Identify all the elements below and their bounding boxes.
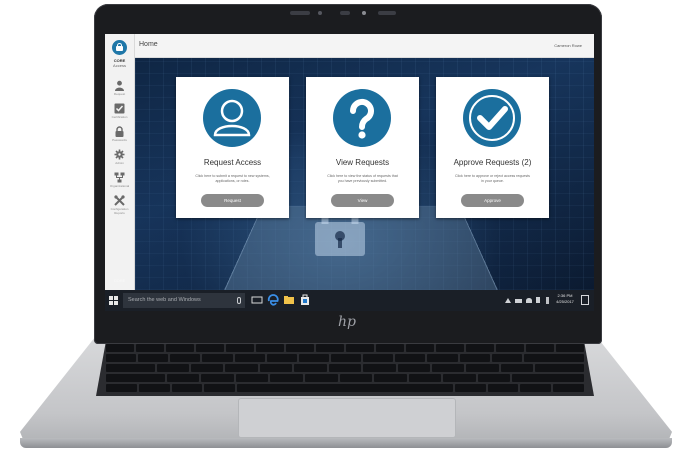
file-explorer-icon[interactable] [283,294,295,306]
view-button[interactable]: View [331,194,394,207]
taskbar-clock[interactable]: 2:36 PM 4/25/2017 [554,293,576,305]
sidebar-item-passwords[interactable]: Passwords [105,124,134,146]
main-content: Request Access Click here to submit a re… [135,58,594,290]
sidebar-item-label: Configuration Reports [110,207,129,215]
sidebar: CORE Access Request Certification Passwo… [105,34,135,290]
core-logo-icon [112,40,127,55]
approve-button[interactable]: Approve [461,194,524,207]
topbar: Home Cameron Rowe [135,34,594,58]
screen: CORE Access Request Certification Passwo… [105,34,594,311]
sidebar-item-certification[interactable]: Certification [105,101,134,123]
card-description: Click here to submit a request to new sy… [195,174,270,183]
hierarchy-icon [114,172,125,183]
touchpad[interactable] [238,398,456,438]
edge-browser-icon[interactable] [267,294,279,306]
keyboard [96,341,594,396]
view-requests-card[interactable]: View Requests Click here to view the sta… [306,77,419,218]
microphone-icon[interactable] [237,297,241,304]
show-hidden-icons[interactable] [505,298,511,303]
search-placeholder: Search the web and Windows [128,297,201,303]
card-description: Click here to view the status of request… [327,174,398,183]
sidebar-item-label: Certification [111,115,128,119]
volume-icon[interactable] [536,297,540,303]
lock-icon [115,126,124,137]
sidebar-item-label: Organizational [109,184,130,188]
windows-taskbar: Search the web and Windows 2:36 PM 4/25/… [105,290,594,311]
gear-icon [114,149,125,160]
card-title: View Requests [335,158,390,167]
taskbar-search-box[interactable]: Search the web and Windows [123,293,245,308]
tools-icon [114,195,125,206]
sidebar-item-organizational[interactable]: Organizational [105,170,134,192]
card-description: Click here to approve or reject access r… [455,174,530,183]
checkmark-icon [469,95,515,141]
laptop-base-edge [20,438,672,448]
battery-icon[interactable] [515,299,522,303]
sidebar-item-configuration-reports[interactable]: Configuration Reports [105,193,134,215]
wifi-icon[interactable] [526,298,532,303]
sidebar-item-request[interactable]: Request [105,78,134,100]
sidebar-item-label: Admin [115,161,124,165]
hp-logo: hp [338,314,356,330]
approve-requests-card[interactable]: Approve Requests (2) Click here to appro… [436,77,549,218]
user-name-link[interactable]: Cameron Rowe [554,43,582,48]
windows-start-button[interactable] [109,296,118,305]
brand-sub: Access [113,63,126,68]
request-button[interactable]: Request [201,194,264,207]
pen-icon[interactable] [546,297,549,304]
user-icon [213,99,251,137]
sidebar-item-label: Request [113,92,126,96]
sidebar-item-admin[interactable]: Admin [105,147,134,169]
store-icon[interactable] [299,294,311,306]
checkbox-icon [114,103,125,114]
action-center-icon[interactable] [581,295,589,305]
question-mark-icon [349,98,374,139]
footer-logo: CORE [113,278,126,283]
card-title: Approve Requests (2) [453,158,532,167]
sidebar-item-label: Passwords [112,138,127,142]
page-title: Home [139,41,158,48]
clock-date: 4/25/2017 [556,299,574,304]
user-icon [115,80,124,91]
task-view-icon[interactable] [251,294,263,306]
card-title: Request Access [203,158,262,167]
request-access-card[interactable]: Request Access Click here to submit a re… [176,77,289,218]
